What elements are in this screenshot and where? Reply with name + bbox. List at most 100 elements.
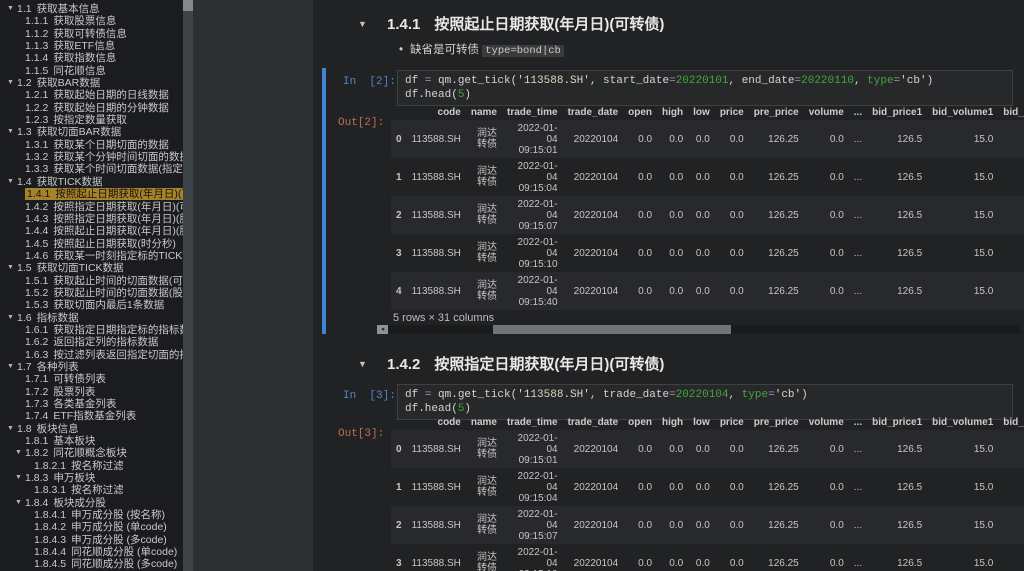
toc-item-1.7.3[interactable]: 1.7.3 各类基金列表 (0, 398, 193, 410)
table-cell: 0.0 (695, 443, 710, 455)
toc-item-1.4.5[interactable]: 1.4.5 按照起止日期获取(时分秒) (0, 238, 193, 250)
table-cell: 20220104 (573, 247, 619, 259)
toc-item-1.5.1[interactable]: 1.5.1 获取起止时间的切面数据(可转债) (0, 275, 193, 287)
toc-item-text: 获取某个日期切面的数据 (53, 138, 169, 151)
toc-item-1.1.4[interactable]: 1.1.4 获取指数信息 (0, 52, 193, 64)
toc-collapse-icon[interactable]: ▼ (7, 176, 14, 188)
toc-item-1.2.2[interactable]: 1.2.2 获取起始日期的分钟数据 (0, 102, 193, 114)
table-hscrollbar[interactable]: ◂ (377, 325, 1020, 334)
row-index: 2 (396, 209, 402, 221)
toc-collapse-icon[interactable]: ▼ (15, 497, 22, 509)
toc-item-1.1.2[interactable]: 1.1.2 获取可转债信息 (0, 28, 193, 40)
toc-scrollbar[interactable] (183, 0, 193, 571)
toc-item-1.4.4[interactable]: 1.4.4 按照起止日期获取(年月日)(股票) (0, 225, 193, 237)
toc-item-1.3.1[interactable]: 1.3.1 获取某个日期切面的数据 (0, 139, 193, 151)
toc-item-1.3.3[interactable]: 1.3.3 获取某个时间切面数据(指定过滤条件) (0, 163, 193, 175)
table-cell: 0.0 (998, 234, 1024, 272)
toc-item-1.5.3[interactable]: 1.5.3 获取切面内最后1条数据 (0, 299, 193, 311)
toc-item-1.7[interactable]: ▼ 1.7 各种列表 (0, 361, 193, 373)
section-heading-141[interactable]: 1.4.1 按照起止日期获取(年月日)(可转债) (387, 13, 664, 34)
toc-collapse-icon[interactable]: ▼ (7, 126, 14, 138)
toc-collapse-icon[interactable]: ▼ (7, 77, 14, 89)
toc-item-1.8.2.1[interactable]: 1.8.2.1 按名称过滤 (0, 460, 193, 472)
toc-item-1.6.2[interactable]: 1.6.2 返回指定列的指标数据 (0, 336, 193, 348)
toc-item-1.1.1[interactable]: 1.1.1 获取股票信息 (0, 15, 193, 27)
toc-item-1.4.6[interactable]: 1.4.6 获取某一时刻指定标的TICK数据 (0, 250, 193, 262)
toc-item-label: 1.8 板块信息 (17, 423, 79, 435)
toc-collapse-icon[interactable]: ▼ (15, 447, 22, 459)
toc-item-label: 1.8.4.4 同花顺成分股 (单code) (34, 546, 177, 558)
table-cell: 126.25 (768, 519, 799, 531)
toc-item-1.4[interactable]: ▼ 1.4 获取TICK数据 (0, 176, 193, 188)
toc-item-1.7.4[interactable]: 1.7.4 ETF指数基金列表 (0, 410, 193, 422)
toc-item-1.1.3[interactable]: 1.1.3 获取ETF信息 (0, 40, 193, 52)
toc-item-1.3.2[interactable]: 1.3.2 获取某个分钟时间切面的数据 (0, 151, 193, 163)
table-cell: 0.0 (998, 272, 1024, 310)
toc-item-text: 按照起止日期获取(年月日)(可转债) (55, 188, 193, 201)
toc-item-1.8.3[interactable]: ▼ 1.8.3 申万板块 (0, 472, 193, 484)
toc-item-1.6.3[interactable]: 1.6.3 按过滤列表返回指定切面的指标数据 (0, 349, 193, 361)
toc-collapse-icon[interactable]: ▼ (7, 361, 14, 373)
toc-item-1.2[interactable]: ▼ 1.2 获取BAR数据 (0, 77, 193, 89)
table-row: 0 113588.SH 润达 转债 2022-01- 04 09:15:01 20220… (391, 120, 1024, 158)
toc-item-1.3[interactable]: ▼ 1.3 获取切面BAR数据 (0, 126, 193, 138)
toc-item-1.5.2[interactable]: 1.5.2 获取起止时间的切面数据(股票) (0, 287, 193, 299)
table-cell: 0.0 (998, 430, 1024, 468)
table-cell: 0.0 (669, 171, 684, 183)
toc-item-1.8.4.2[interactable]: 1.8.4.2 申万成分股 (单code) (0, 521, 193, 533)
toc-item-1.8.4.1[interactable]: 1.8.4.1 申万成分股 (按名称) (0, 509, 193, 521)
toc-item-1.7.2[interactable]: 1.7.2 股票列表 (0, 386, 193, 398)
column-header: name (470, 106, 497, 118)
table-cell: ... (853, 443, 863, 455)
toc-item-1.8.4.3[interactable]: 1.8.4.3 申万成分股 (多code) (0, 534, 193, 546)
column-header: low (693, 416, 710, 428)
toc-item-number: 1.4.5 (25, 237, 49, 250)
toc-item-1.8[interactable]: ▼ 1.8 板块信息 (0, 423, 193, 435)
toc-item-1.4.2[interactable]: 1.4.2 按照指定日期获取(年月日)(可转债) (0, 201, 193, 213)
section-heading-142[interactable]: 1.4.2 按照指定日期获取(年月日)(可转债) (387, 353, 664, 374)
toc-item-number: 1.8.4.5 (34, 558, 67, 571)
toc-item-number: 1.8.4.3 (34, 533, 67, 546)
toc-item-1.8.2[interactable]: ▼ 1.8.2 同花顺概念板块 (0, 447, 193, 459)
section-collapse-icon[interactable]: ▼ (358, 359, 367, 369)
toc-item-1.5[interactable]: ▼ 1.5 获取切面TICK数据 (0, 262, 193, 274)
toc-collapse-icon[interactable]: ▼ (7, 3, 14, 15)
toc-item-1.4.1[interactable]: 1.4.1 按照起止日期获取(年月日)(可转债) (0, 188, 193, 201)
hscrollbar-thumb[interactable] (493, 325, 731, 334)
code-cell-input[interactable]: df = qm.get_tick('113588.SH', start_date… (397, 70, 1013, 106)
toc-item-1.2.3[interactable]: 1.2.3 按指定数量获取 (0, 114, 193, 126)
table-cell: 0.0 (695, 285, 710, 297)
toc-collapse-icon[interactable]: ▼ (7, 262, 14, 274)
toc-item-label: 1.5.3 获取切面内最后1条数据 (25, 299, 164, 311)
toc-item-1.1[interactable]: ▼ 1.1 获取基本信息 (0, 3, 193, 15)
scroll-left-button[interactable]: ◂ (377, 325, 388, 334)
toc-item-1.8.4.4[interactable]: 1.8.4.4 同花顺成分股 (单code) (0, 546, 193, 558)
section-collapse-icon[interactable]: ▼ (358, 19, 367, 29)
toc-item-number: 1.3.1 (25, 138, 49, 151)
table-cell: 126.5 (897, 519, 923, 531)
toc-scrollbar-thumb[interactable] (183, 0, 193, 11)
table-cell: 15.0 (973, 247, 994, 259)
toc-item-1.1.5[interactable]: 1.1.5 同花顺信息 (0, 65, 193, 77)
toc-item-number: 1.3.3 (25, 163, 49, 176)
table-cell: 0.0 (638, 481, 653, 493)
toc-item-1.6[interactable]: ▼ 1.6 指标数据 (0, 312, 193, 324)
toc-item-1.8.4.5[interactable]: 1.8.4.5 同花顺成分股 (多code) (0, 558, 193, 570)
toc-item-1.4.3[interactable]: 1.4.3 按照指定日期获取(年月日)(股票) (0, 213, 193, 225)
column-header: bid_volume1 (932, 416, 994, 428)
toc-item-1.6.1[interactable]: 1.6.1 获取指定日期指定标的指标数据 (0, 324, 193, 336)
toc-item-label: 1.5.2 获取起止时间的切面数据(股票) (25, 287, 193, 299)
column-header: volume (808, 416, 844, 428)
table-cell: 113588.SH (411, 247, 461, 259)
toc-item-text: 按名称过滤 (71, 459, 124, 472)
toc-item-1.8.3.1[interactable]: 1.8.3.1 按名称过滤 (0, 484, 193, 496)
toc-item-1.8.1[interactable]: 1.8.1 基本板块 (0, 435, 193, 447)
table-cell: 0.0 (829, 209, 844, 221)
toc-item-1.7.1[interactable]: 1.7.1 可转债列表 (0, 373, 193, 385)
toc-item-1.8.4[interactable]: ▼ 1.8.4 板块成分股 (0, 497, 193, 509)
toc-collapse-icon[interactable]: ▼ (15, 472, 22, 484)
toc-item-number: 1.6.1 (25, 323, 49, 336)
toc-collapse-icon[interactable]: ▼ (7, 312, 14, 324)
toc-item-1.2.1[interactable]: 1.2.1 获取起始日期的日线数据 (0, 89, 193, 101)
toc-collapse-icon[interactable]: ▼ (7, 423, 14, 435)
